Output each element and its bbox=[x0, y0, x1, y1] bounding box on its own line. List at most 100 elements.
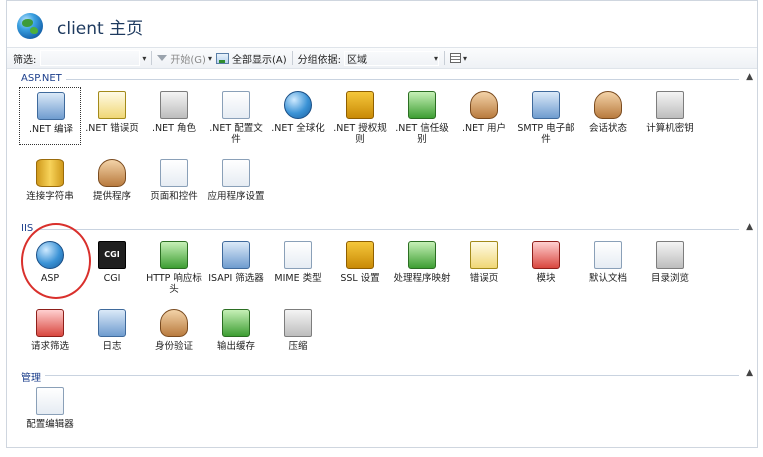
config-editor-icon bbox=[36, 387, 64, 415]
authentication-icon bbox=[160, 309, 188, 337]
compression-icon bbox=[284, 309, 312, 337]
show-all-label: 全部显示(A) bbox=[231, 54, 287, 66]
feature-tile[interactable]: 提供程序 bbox=[81, 155, 143, 213]
feature-label: SSL 设置 bbox=[340, 273, 380, 284]
section-divider bbox=[21, 79, 739, 80]
feature-tile[interactable]: 目录浏览 bbox=[639, 237, 701, 295]
collapse-icon[interactable]: ▲ bbox=[746, 222, 753, 232]
view-dropdown-icon[interactable]: ▾ bbox=[463, 54, 467, 63]
output-cache-icon bbox=[222, 309, 250, 337]
feature-label: .NET 全球化 bbox=[271, 123, 325, 134]
feature-tile[interactable]: .NET 用户 bbox=[453, 87, 515, 145]
section-title: ASP.NET bbox=[21, 73, 66, 84]
section-header[interactable]: 管理 ▲ bbox=[7, 368, 757, 384]
view-mode-icon[interactable] bbox=[450, 53, 461, 63]
filter-input[interactable] bbox=[40, 50, 141, 66]
modules-icon bbox=[532, 241, 560, 269]
toolbar-separator bbox=[151, 51, 153, 65]
feature-label: MIME 类型 bbox=[274, 273, 322, 284]
feature-label: 身份验证 bbox=[154, 341, 193, 352]
feature-tile[interactable]: 计算机密钥 bbox=[639, 87, 701, 145]
start-label: 开始(G) bbox=[170, 54, 206, 66]
section-divider bbox=[21, 375, 739, 376]
feature-tile[interactable]: .NET 配置文件 bbox=[205, 87, 267, 145]
section-iis: IIS ▲ ASP CGI CGI HTTP 响应标头 ISAPI 筛选器 MIME 类型… bbox=[7, 222, 757, 363]
show-all-button[interactable]: 全部显示(A) bbox=[215, 51, 287, 66]
machine-key-icon bbox=[656, 91, 684, 119]
profile-icon bbox=[222, 91, 250, 119]
header: client 主页 bbox=[7, 1, 757, 46]
authorization-icon bbox=[346, 91, 374, 119]
highlight-annotation bbox=[21, 223, 91, 299]
feature-tile[interactable]: 日志 bbox=[81, 305, 143, 363]
feature-tile[interactable]: SMTP 电子邮件 bbox=[515, 87, 577, 145]
server-globe-icon bbox=[17, 13, 43, 39]
feature-label: 压缩 bbox=[288, 341, 308, 352]
roles-icon bbox=[160, 91, 188, 119]
feature-tile[interactable]: 默认文档 bbox=[577, 237, 639, 295]
feature-label: .NET 编译 bbox=[29, 124, 73, 135]
feature-tile[interactable]: .NET 错误页 bbox=[81, 87, 143, 145]
section-header[interactable]: ASP.NET ▲ bbox=[7, 72, 757, 85]
feature-tile[interactable]: .NET 编译 bbox=[19, 87, 81, 145]
feature-tile[interactable]: .NET 信任级别 bbox=[391, 87, 453, 145]
feature-tile[interactable]: 输出缓存 bbox=[205, 305, 267, 363]
filter-label: 筛选: bbox=[13, 54, 37, 66]
section-header[interactable]: IIS ▲ bbox=[7, 222, 757, 235]
feature-tile[interactable]: .NET 全球化 bbox=[267, 87, 329, 145]
feature-tile[interactable]: 配置编辑器 bbox=[19, 383, 81, 441]
feature-tile[interactable]: HTTP 响应标头 bbox=[143, 237, 205, 295]
feature-tile[interactable]: 页面和控件 bbox=[143, 155, 205, 213]
page-title: client 主页 bbox=[57, 19, 144, 39]
start-dropdown-icon[interactable]: ▾ bbox=[208, 54, 212, 63]
globalization-icon bbox=[284, 91, 312, 119]
request-filtering-icon bbox=[36, 309, 64, 337]
handler-mapping-icon bbox=[408, 241, 436, 269]
feature-label: 请求筛选 bbox=[30, 341, 69, 352]
iis-features-view: client 主页 筛选: ▾ 开始(G) ▾ 全部显示(A) 分组依据: 区域… bbox=[6, 0, 758, 448]
feature-label: 提供程序 bbox=[92, 191, 131, 202]
toolbar: 筛选: ▾ 开始(G) ▾ 全部显示(A) 分组依据: 区域 ▾ ▾ bbox=[7, 47, 757, 69]
feature-tile[interactable]: 身份验证 bbox=[143, 305, 205, 363]
feature-tile[interactable]: .NET 授权规则 bbox=[329, 87, 391, 145]
feature-tile[interactable]: 请求筛选 bbox=[19, 305, 81, 363]
pages-controls-icon bbox=[160, 159, 188, 187]
feature-tile[interactable]: 会话状态 bbox=[577, 87, 639, 145]
cgi-icon: CGI bbox=[98, 241, 126, 269]
feature-tile[interactable]: 处理程序映射 bbox=[391, 237, 453, 295]
feature-label: .NET 错误页 bbox=[85, 123, 139, 134]
feature-tile[interactable]: 连接字符串 bbox=[19, 155, 81, 213]
funnel-icon bbox=[157, 55, 168, 61]
feature-tile[interactable]: MIME 类型 bbox=[267, 237, 329, 295]
group-by-select[interactable]: 区域 ▾ bbox=[344, 50, 439, 66]
feature-label: 模块 bbox=[536, 273, 556, 284]
providers-icon bbox=[98, 159, 126, 187]
feature-tile[interactable]: 错误页 bbox=[453, 237, 515, 295]
feature-label: 日志 bbox=[102, 341, 122, 352]
feature-tile[interactable]: .NET 角色 bbox=[143, 87, 205, 145]
logging-icon bbox=[98, 309, 126, 337]
feature-tile[interactable]: SSL 设置 bbox=[329, 237, 391, 295]
feature-label: HTTP 响应标头 bbox=[146, 273, 202, 295]
session-state-icon bbox=[594, 91, 622, 119]
feature-tile[interactable]: 模块 bbox=[515, 237, 577, 295]
feature-tile[interactable]: 压缩 bbox=[267, 305, 329, 363]
start-button[interactable]: 开始(G) bbox=[157, 51, 206, 66]
collapse-icon[interactable]: ▲ bbox=[746, 368, 753, 378]
users-icon bbox=[470, 91, 498, 119]
feature-label: .NET 授权规则 bbox=[333, 123, 387, 145]
chevron-down-icon: ▾ bbox=[433, 53, 438, 63]
section-title: 管理 bbox=[21, 369, 45, 384]
mime-icon bbox=[284, 241, 312, 269]
group-by-label: 分组依据: bbox=[297, 54, 341, 66]
feature-label: 配置编辑器 bbox=[26, 419, 74, 430]
feature-label: 错误页 bbox=[469, 273, 499, 284]
feature-tile[interactable]: ISAPI 筛选器 bbox=[205, 237, 267, 295]
filter-dropdown-icon[interactable]: ▾ bbox=[142, 54, 146, 63]
app-settings-icon bbox=[222, 159, 250, 187]
collapse-icon[interactable]: ▲ bbox=[746, 72, 753, 82]
error-page-icon bbox=[98, 91, 126, 119]
section-aspnet: ASP.NET ▲ .NET 编译 .NET 错误页 .NET 角色 .NET 配置文… bbox=[7, 72, 757, 213]
feature-tile[interactable]: 应用程序设置 bbox=[205, 155, 267, 213]
feature-label: 计算机密钥 bbox=[646, 123, 694, 134]
